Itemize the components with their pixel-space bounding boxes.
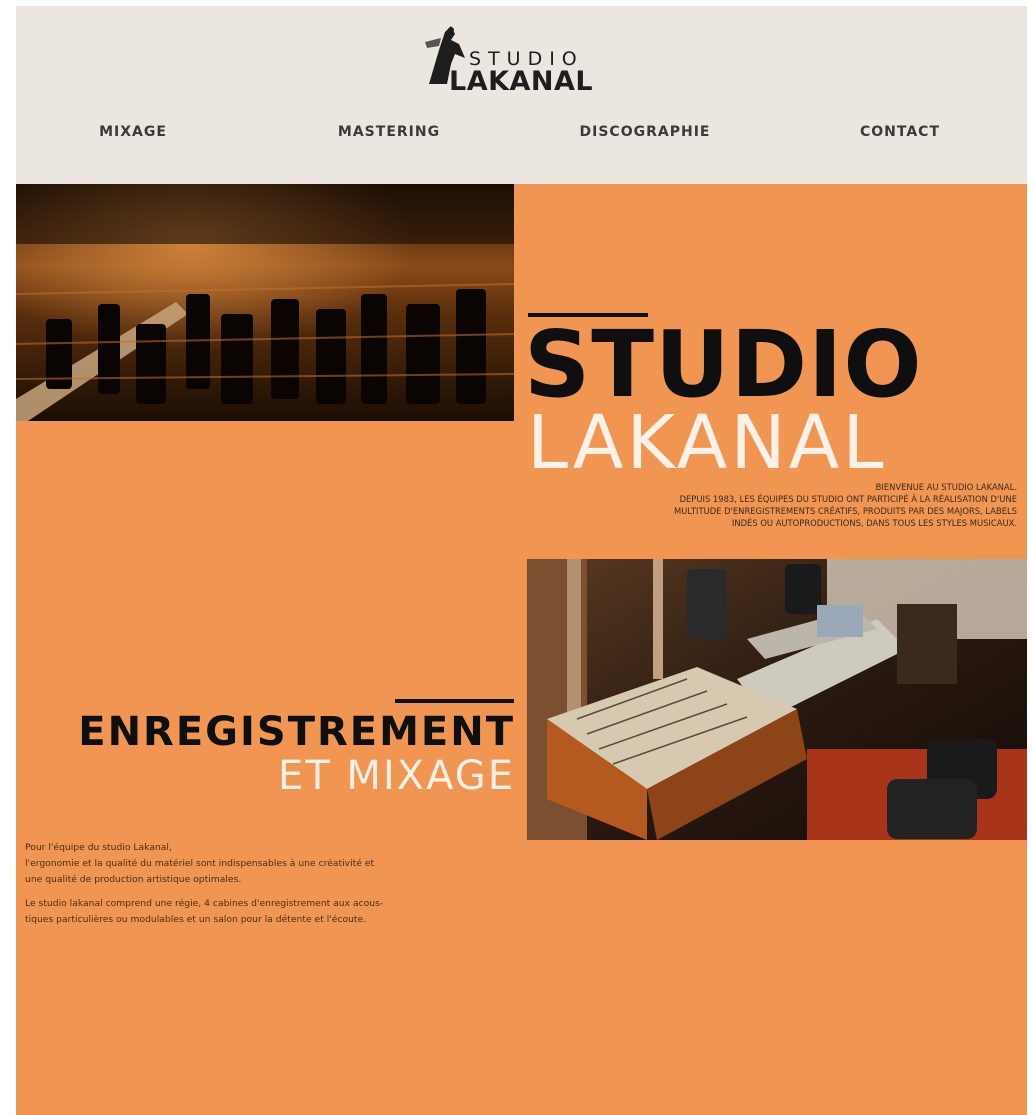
intro-line: INDÉS OU AUTOPRODUCTIONS, DANS TOUS LES … xyxy=(731,518,1017,528)
site-header: STUDIO LAKANAL MIXAGE MASTERING DISCOGRA… xyxy=(16,6,1027,184)
intro-text: BIENVENUE AU STUDIO LAKANAL. DEPUIS 1983… xyxy=(497,481,1017,529)
intro-line: MULTITUDE D'ENREGISTREMENTS CRÉATIFS, PR… xyxy=(674,506,1017,516)
paragraph-line: Pour l'équipe du studio Lakanal, xyxy=(25,842,172,853)
nav-item-contact[interactable]: CONTACT xyxy=(860,124,940,140)
section-body: Pour l'équipe du studio Lakanal, l'ergon… xyxy=(25,840,525,936)
nav-item-discographie[interactable]: DISCOGRAPHIE xyxy=(580,124,711,140)
section-title-enregistrement: ENREGISTREMENT xyxy=(78,709,515,755)
intro-line: DEPUIS 1983, LES ÉQUIPES DU STUDIO ONT P… xyxy=(679,494,1017,504)
paragraph-line: Le studio lakanal comprend une régie, 4 … xyxy=(25,898,384,909)
section-title-mixage: ET MIXAGE xyxy=(277,753,515,799)
site-logo[interactable]: STUDIO LAKANAL xyxy=(425,20,615,95)
intro-line: BIENVENUE AU STUDIO LAKANAL. xyxy=(875,482,1017,492)
section-paragraph: Le studio lakanal comprend une régie, 4 … xyxy=(25,896,525,928)
nav-item-mixage[interactable]: MIXAGE xyxy=(99,124,167,140)
section-rule xyxy=(395,699,514,703)
paragraph-line: tiques particulières ou modulables et un… xyxy=(25,914,367,925)
paragraph-line: une qualité de production artistique opt… xyxy=(25,874,242,885)
main-nav: MIXAGE MASTERING DISCOGRAPHIE CONTACT xyxy=(16,124,1027,148)
main-content: STUDIO LAKANAL BIENVENUE AU STUDIO LAKAN… xyxy=(16,184,1027,1115)
page: STUDIO LAKANAL MIXAGE MASTERING DISCOGRA… xyxy=(16,6,1027,1115)
nav-item-mastering[interactable]: MASTERING xyxy=(338,124,440,140)
hero-title-lakanal: LAKANAL xyxy=(527,400,887,486)
section-paragraph: Pour l'équipe du studio Lakanal, l'ergon… xyxy=(25,840,525,888)
mixing-desk-photo xyxy=(16,184,514,421)
studio-console-photo xyxy=(527,559,1027,840)
paragraph-line: l'ergonomie et la qualité du matériel so… xyxy=(25,858,375,869)
logo-lakanal-text: LAKANAL xyxy=(449,66,594,97)
hero-title-studio: STUDIO xyxy=(524,311,923,418)
